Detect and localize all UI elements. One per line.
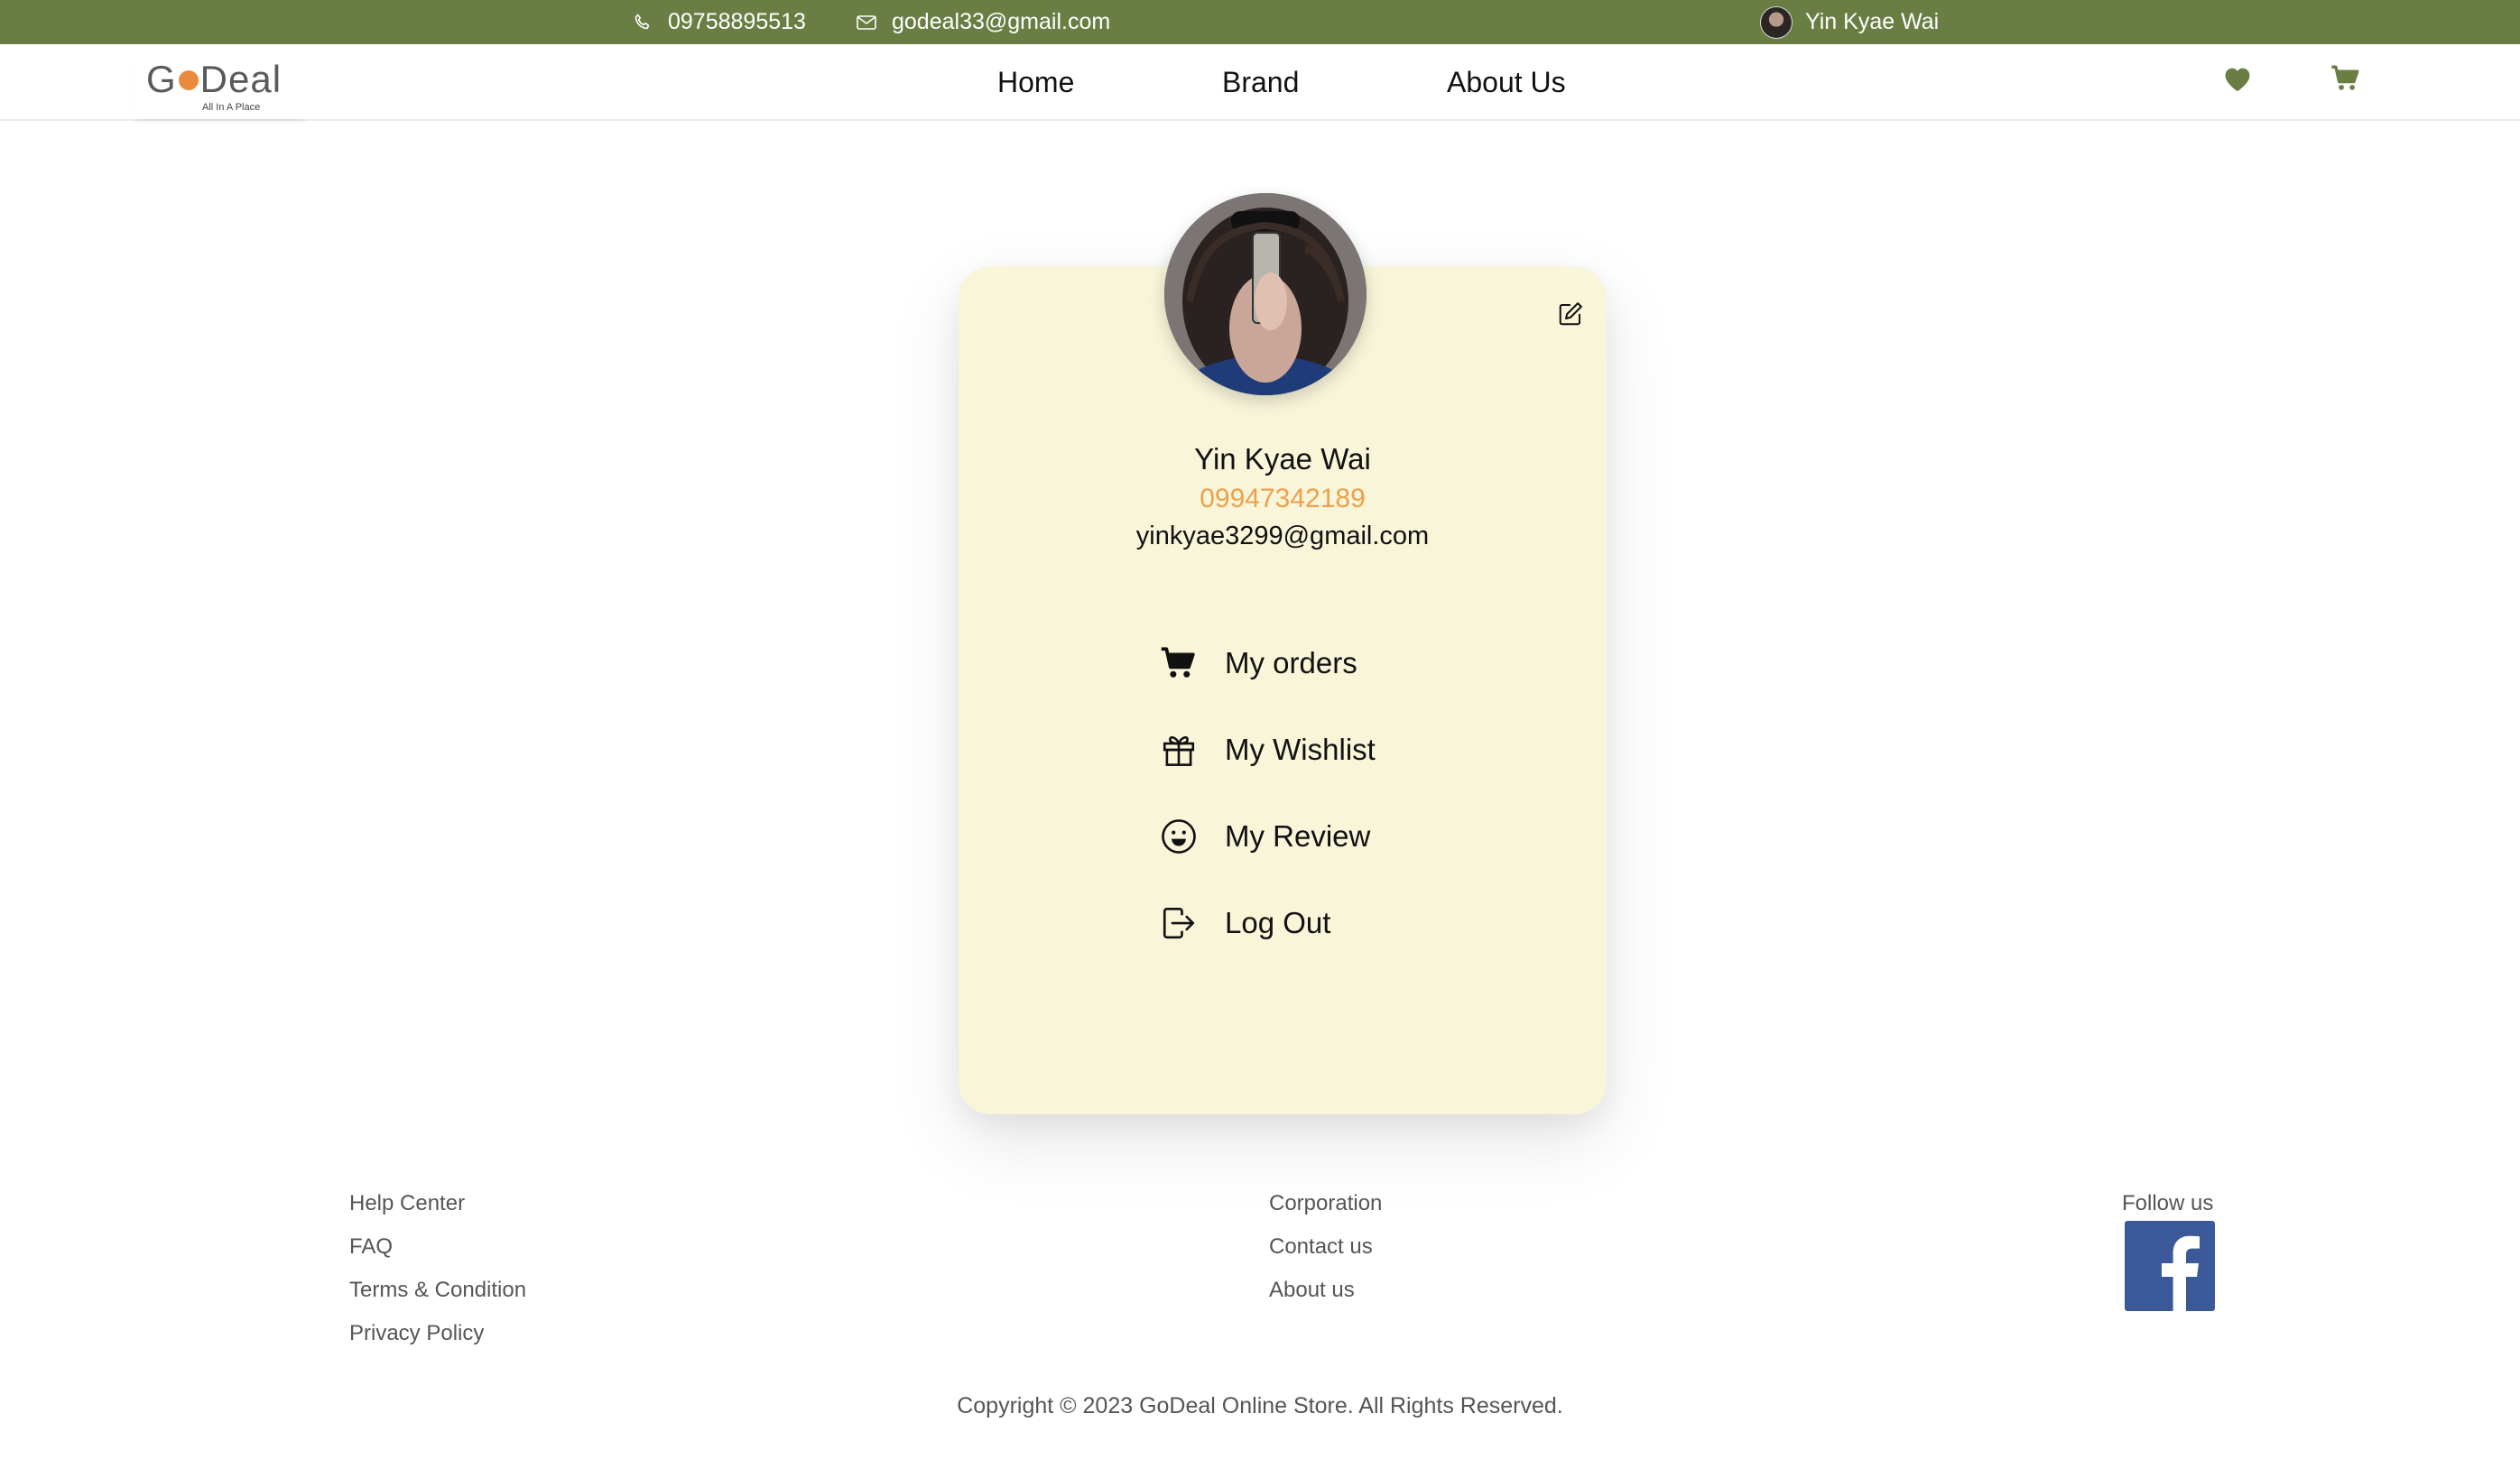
profile-phone: 09947342189 <box>1200 484 1366 513</box>
footer-link-privacy[interactable]: Privacy Policy <box>349 1321 484 1346</box>
menu-item-my-review[interactable]: My Review <box>1160 812 1370 861</box>
footer-link-contact-us[interactable]: Contact us <box>1269 1234 1373 1260</box>
phone-icon <box>632 12 653 33</box>
footer-link-faq[interactable]: FAQ <box>349 1234 393 1260</box>
logo-tagline: All In A Place <box>202 102 261 113</box>
gift-icon <box>1160 731 1198 769</box>
contact-email-text: godeal33@gmail.com <box>892 9 1111 34</box>
profile-avatar[interactable] <box>1164 193 1367 395</box>
smile-icon <box>1160 818 1198 855</box>
menu-label: Log Out <box>1225 906 1331 939</box>
menu-label: My Review <box>1225 819 1371 853</box>
envelope-icon <box>856 14 877 32</box>
footer-link-about-us[interactable]: About us <box>1269 1278 1355 1303</box>
copyright: Copyright © 2023 GoDeal Online Store. Al… <box>957 1393 1563 1418</box>
contact-email: godeal33@gmail.com <box>856 0 1110 44</box>
top-bar: 09758895513 godeal33@gmail.com Yin Kyae … <box>0 0 2520 44</box>
logout-icon <box>1160 904 1198 942</box>
main-nav: G Deal All In A Place Home Brand About Us <box>0 44 2520 121</box>
nav-link-brand[interactable]: Brand <box>1222 66 1299 99</box>
menu-item-log-out[interactable]: Log Out <box>1160 899 1330 947</box>
footer-link-corporation[interactable]: Corporation <box>1269 1191 1382 1216</box>
logo-mark-icon <box>178 70 199 90</box>
logo[interactable]: G Deal All In A Place <box>130 44 310 119</box>
user-name: Yin Kyae Wai <box>1805 9 1940 34</box>
footer-link-help-center[interactable]: Help Center <box>349 1191 465 1216</box>
cart-icon <box>1160 645 1198 681</box>
menu-label: My Wishlist <box>1225 733 1376 766</box>
contact-phone-text: 09758895513 <box>668 9 806 34</box>
menu-label: My orders <box>1225 646 1357 679</box>
edit-icon[interactable] <box>1557 300 1584 332</box>
logo-wordmark: G Deal <box>146 58 283 100</box>
menu-item-my-wishlist[interactable]: My Wishlist <box>1160 725 1376 774</box>
cart-icon[interactable] <box>2330 64 2361 97</box>
nav-link-home[interactable]: Home <box>997 66 1074 99</box>
follow-us-label: Follow us <box>2122 1191 2214 1215</box>
contact-phone: 09758895513 <box>632 0 806 44</box>
profile-email: yinkyae3299@gmail.com <box>1135 522 1430 550</box>
footer-link-terms[interactable]: Terms & Condition <box>349 1278 526 1303</box>
menu-item-my-orders[interactable]: My orders <box>1160 639 1357 688</box>
nav-link-about-us[interactable]: About Us <box>1447 66 1566 99</box>
heart-icon[interactable] <box>2222 64 2253 97</box>
profile-name: Yin Kyae Wai <box>1194 442 1371 476</box>
user-avatar <box>1760 5 1793 39</box>
facebook-icon[interactable] <box>2125 1221 2215 1311</box>
user-menu[interactable]: Yin Kyae Wai <box>1760 0 1939 44</box>
